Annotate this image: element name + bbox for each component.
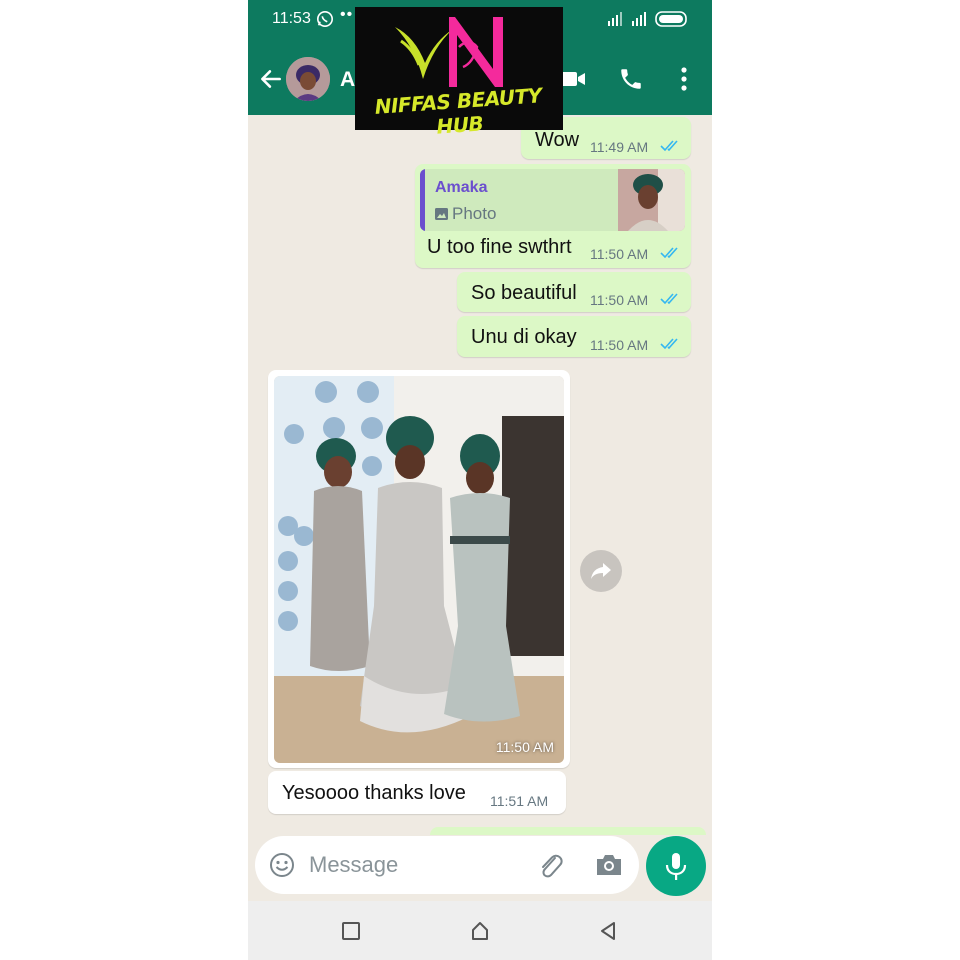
emoji-icon[interactable] <box>269 852 295 878</box>
more-options-icon[interactable] <box>674 66 694 92</box>
read-receipt-icon <box>660 293 678 305</box>
partial-outgoing-bubble <box>430 827 706 835</box>
status-more-notifications: •• <box>340 6 354 23</box>
camera-icon[interactable] <box>595 853 623 877</box>
message-input[interactable] <box>309 844 529 886</box>
status-time: 11:53 <box>272 10 311 27</box>
message-composer <box>255 836 639 894</box>
message-text: Wow <box>535 129 580 151</box>
forward-icon <box>591 563 611 579</box>
quoted-message[interactable]: Amaka Photo <box>420 169 685 231</box>
contact-avatar[interactable] <box>286 57 330 101</box>
message-text: Unu di okay <box>471 326 577 348</box>
phone-screen: 11:53 •• Wow 11:49 AM Amaka Photo U too … <box>248 0 712 960</box>
quote-type-label: Photo <box>452 204 497 223</box>
read-receipt-icon <box>660 247 678 259</box>
read-receipt-icon <box>660 338 678 350</box>
message-time: 11:50 AM <box>590 246 649 262</box>
voice-message-button[interactable] <box>646 836 706 896</box>
shared-photo[interactable]: 11:50 AM <box>274 376 564 763</box>
quote-author: Amaka <box>435 179 488 196</box>
attach-icon[interactable] <box>538 852 564 880</box>
niffas-beauty-hub-logo: NIFFAS BEAUTY HUB <box>355 7 563 139</box>
quote-accent-bar <box>420 169 425 231</box>
message-bubble[interactable]: So beautiful 11:50 AM <box>457 272 691 312</box>
signal-battery-icon <box>608 11 687 27</box>
photo-message[interactable]: 11:50 AM <box>268 370 570 768</box>
phone-call-icon[interactable] <box>618 66 644 92</box>
android-navigation-bar <box>248 901 712 960</box>
read-receipt-icon <box>660 140 678 152</box>
message-time: 11:51 AM <box>490 793 549 809</box>
chat-area: Wow 11:49 AM Amaka Photo U too fine swth… <box>248 115 712 835</box>
message-text: U too fine swthrt <box>427 236 572 258</box>
recent-apps-icon[interactable] <box>341 921 361 941</box>
avatar-photo <box>286 57 330 101</box>
message-bubble[interactable]: Amaka Photo U too fine swthrt 11:50 AM <box>415 164 691 268</box>
quoted-photo-thumbnail <box>618 169 685 231</box>
whatsapp-notification-icon <box>316 10 334 28</box>
message-time: 11:49 AM <box>590 139 649 155</box>
message-time: 11:50 AM <box>590 292 649 308</box>
back-arrow-icon[interactable] <box>258 66 284 92</box>
video-call-icon[interactable] <box>560 68 586 90</box>
message-time: 11:50 AM <box>590 337 649 353</box>
message-text: So beautiful <box>471 282 577 304</box>
photo-time: 11:50 AM <box>495 739 554 755</box>
message-text: Yesoooo thanks love <box>282 782 466 804</box>
photo-icon <box>435 208 448 220</box>
home-icon[interactable] <box>470 921 490 941</box>
microphone-icon <box>665 853 687 880</box>
message-bubble[interactable]: Unu di okay 11:50 AM <box>457 316 691 357</box>
forward-button[interactable] <box>580 550 622 592</box>
back-nav-icon[interactable] <box>598 921 618 941</box>
message-bubble[interactable]: Yesoooo thanks love 11:51 AM <box>268 771 566 814</box>
photo-image <box>274 376 564 763</box>
